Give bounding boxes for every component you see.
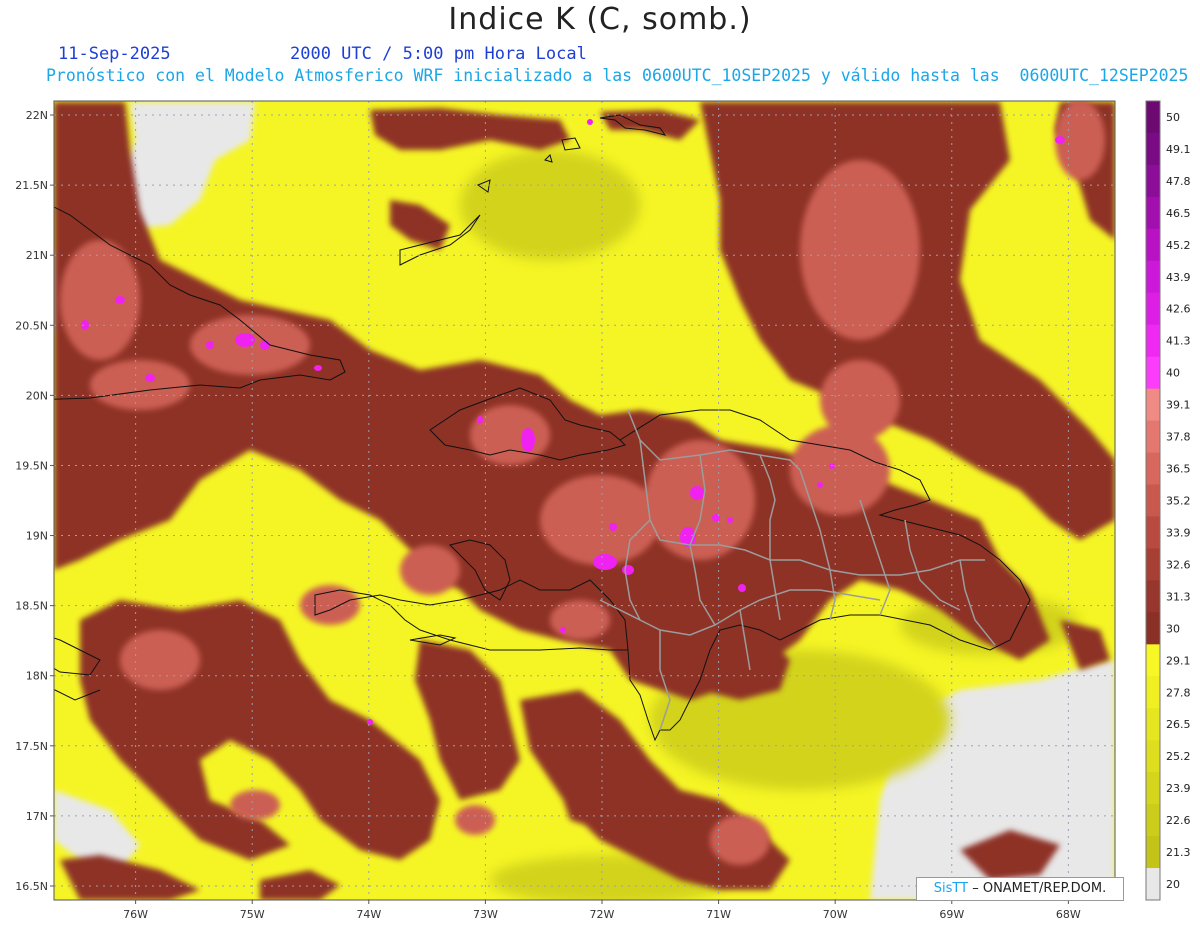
colorbar-label: 40 [1166, 367, 1180, 380]
colorbar-swatch [1146, 228, 1160, 262]
colorbar-swatch [1146, 101, 1160, 134]
colorbar-label: 49.1 [1166, 143, 1191, 156]
longitude-label: 75W [240, 908, 265, 921]
colorbar-label: 43.9 [1166, 271, 1191, 284]
colorbar-swatch [1146, 196, 1160, 230]
colorbar-label: 47.8 [1166, 175, 1191, 188]
credit-text: – ONAMET/REP.DOM. [972, 881, 1107, 896]
colorbar-label: 32.6 [1166, 558, 1191, 571]
colorbar-swatch [1146, 580, 1160, 613]
colorbar-label: 41.3 [1166, 335, 1191, 348]
latitude-label: 18.5N [15, 600, 48, 613]
latitude-label: 19N [26, 530, 48, 543]
latitude-label: 16.5N [15, 880, 48, 893]
latitude-label: 21N [26, 249, 48, 262]
latitude-labels: 22N 21.5N 21N 20.5N 20N 19.5N 19N 18.5N 18N 17.5N… [15, 109, 54, 893]
colorbar-swatch [1146, 548, 1160, 581]
colorbar-swatch [1146, 484, 1160, 517]
colorbar-swatch [1146, 740, 1160, 773]
longitude-labels: 76W 75W 74W 73W 72W 71W 70W 69W 68W [123, 900, 1081, 921]
colorbar-label: 29.1 [1166, 654, 1191, 667]
sistt-logo: SisTT [933, 881, 969, 896]
colorbar-swatch [1146, 132, 1160, 166]
colorbar-label: 22.6 [1166, 814, 1191, 827]
colorbar-label: 45.2 [1166, 239, 1191, 252]
colorbar-swatch [1146, 164, 1160, 198]
longitude-label: 70W [823, 908, 848, 921]
colorbar-label: 27.8 [1166, 686, 1191, 699]
colorbar-label: 50 [1166, 111, 1180, 124]
colorbar-label: 35.2 [1166, 495, 1191, 508]
colorbar-swatch [1146, 516, 1160, 549]
colorbar-label: 39.1 [1166, 399, 1191, 412]
colorbar-swatch [1146, 388, 1160, 422]
colorbar-label: 26.5 [1166, 718, 1191, 731]
colorbar-swatch [1146, 772, 1160, 805]
colorbar-swatch [1146, 804, 1160, 837]
colorbar-swatch [1146, 420, 1160, 454]
colorbar-label: 30 [1166, 622, 1180, 635]
longitude-label: 76W [123, 908, 148, 921]
colorbar-label: 21.3 [1166, 846, 1191, 859]
colorbar-label: 46.5 [1166, 207, 1191, 220]
credit-box: SisTT – ONAMET/REP.DOM. [916, 877, 1124, 901]
colorbar-label: 37.8 [1166, 431, 1191, 444]
colorbar-label: 25.2 [1166, 750, 1191, 763]
k-index-field [54, 101, 1115, 900]
longitude-label: 74W [356, 908, 381, 921]
longitude-label: 72W [590, 908, 615, 921]
latitude-label: 17N [26, 810, 48, 823]
longitude-label: 73W [473, 908, 498, 921]
colorbar-swatch [1146, 324, 1160, 358]
latitude-label: 18N [26, 670, 48, 683]
colorbar-swatch [1146, 836, 1160, 869]
longitude-label: 71W [706, 908, 731, 921]
latitude-label: 20.5N [15, 319, 48, 332]
colorbar-swatch [1146, 260, 1160, 294]
colorbar-swatch [1146, 452, 1160, 486]
colorbar-label: 31.3 [1166, 590, 1191, 603]
colorbar-label: 33.9 [1166, 526, 1191, 539]
colorbar-label: 36.5 [1166, 463, 1191, 476]
longitude-label: 69W [939, 908, 964, 921]
colorbar-label: 23.9 [1166, 782, 1191, 795]
colorbar-swatch [1146, 708, 1160, 741]
colorbar-swatch [1146, 612, 1160, 645]
colorbar-label: 42.6 [1166, 303, 1191, 316]
colorbar-swatch [1146, 868, 1160, 901]
colorbar-label: 20 [1166, 878, 1180, 891]
colorbar-swatch [1146, 292, 1160, 326]
longitude-label: 68W [1056, 908, 1081, 921]
colorbar-swatch [1146, 644, 1160, 677]
k-index-map: 22N 21.5N 21N 20.5N 20N 19.5N 19N 18.5N 18N 17.5N… [15, 100, 1191, 921]
latitude-label: 17.5N [15, 740, 48, 753]
colorbar: 50 49.1 47.8 46.5 45.2 43.9 42.6 41.3 40 39.1 37.8… [1145, 100, 1191, 901]
colorbar-swatch [1146, 676, 1160, 709]
latitude-label: 21.5N [15, 179, 48, 192]
latitude-label: 22N [26, 109, 48, 122]
colorbar-swatch [1146, 356, 1160, 390]
latitude-label: 20N [26, 389, 48, 402]
latitude-label: 19.5N [15, 459, 48, 472]
